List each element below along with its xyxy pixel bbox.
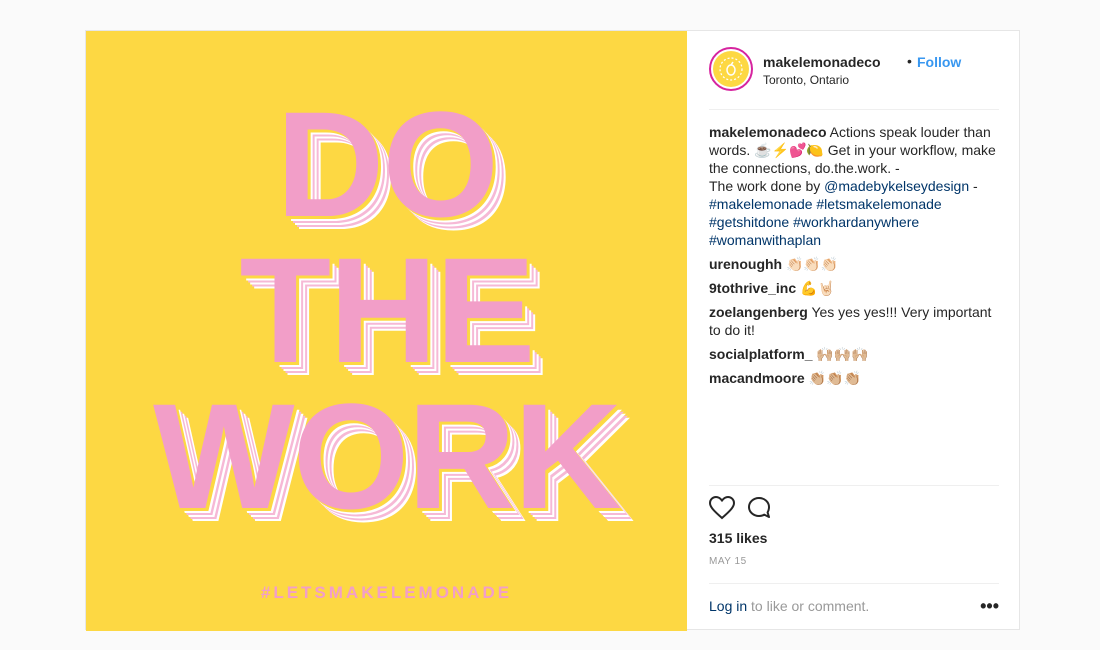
image-text-the: THE: [239, 226, 536, 394]
action-icons: [708, 495, 773, 525]
image-hashtag: #LETSMAKELEMONADE: [260, 583, 513, 602]
comment-icon[interactable]: [747, 496, 773, 525]
comment-username[interactable]: 9tothrive_inc: [709, 280, 796, 296]
separator-dot: •: [907, 53, 912, 69]
post-date[interactable]: MAY 15: [709, 556, 747, 567]
comment-username[interactable]: urenoughh: [709, 256, 782, 272]
comment-username[interactable]: macandmoore: [709, 370, 805, 386]
follow-button[interactable]: Follow: [917, 54, 961, 70]
caption: makelemonadeco Actions speak louder than…: [709, 123, 999, 249]
heart-icon[interactable]: [708, 495, 736, 525]
location-link[interactable]: Toronto, Ontario: [763, 73, 849, 87]
comment-text: 🙌🏼🙌🏼🙌🏼: [816, 346, 869, 362]
header-username[interactable]: makelemonadeco: [763, 54, 881, 70]
login-prompt-text: to like or comment.: [747, 598, 870, 614]
image-text-work: WORK: [153, 372, 622, 540]
comment-item: socialplatform_ 🙌🏼🙌🏼🙌🏼: [709, 345, 999, 363]
comment-item: urenoughh 👏🏻👏🏻👏🏻: [709, 255, 999, 273]
image-text-do: DO: [276, 80, 499, 248]
instagram-post: DO THE WORK #LETSMAKELEMONADE makelemona…: [85, 30, 1020, 631]
comment-item: 9tothrive_inc 💪🤘🏻: [709, 279, 999, 297]
caption-credit: The work done by: [709, 178, 825, 194]
post-image[interactable]: DO THE WORK #LETSMAKELEMONADE: [86, 31, 687, 631]
post-sidebar: makelemonadeco • Follow Toronto, Ontario…: [687, 31, 1019, 629]
caption-dash: -: [969, 178, 978, 194]
login-link[interactable]: Log in: [709, 598, 747, 614]
comment-username[interactable]: zoelangenberg: [709, 304, 808, 320]
comment-text: 👏🏻👏🏻👏🏻: [786, 256, 839, 272]
likes-count[interactable]: 315 likes: [709, 530, 767, 546]
lemon-logo-icon: [713, 51, 749, 87]
caption-hashtags[interactable]: #makelemonade #letsmakelemonade #getshit…: [709, 196, 942, 248]
post-footer: Log in to like or comment. •••: [709, 583, 999, 630]
post-header: makelemonadeco • Follow Toronto, Ontario: [709, 45, 999, 110]
comment-item: zoelangenberg Yes yes yes!!! Very import…: [709, 303, 999, 339]
login-prompt: Log in to like or comment.: [709, 598, 869, 614]
caption-username[interactable]: makelemonadeco: [709, 124, 827, 140]
comment-text: 👏🏼👏🏼👏🏼: [808, 370, 861, 386]
avatar[interactable]: [709, 47, 753, 91]
comment-text: 💪🤘🏻: [800, 280, 835, 296]
comments-section: makelemonadeco Actions speak louder than…: [709, 123, 999, 393]
caption-mention[interactable]: @madebykelseydesign: [824, 178, 969, 194]
more-icon[interactable]: •••: [980, 596, 999, 617]
comment-username[interactable]: socialplatform_: [709, 346, 812, 362]
comment-item: macandmoore 👏🏼👏🏼👏🏼: [709, 369, 999, 387]
